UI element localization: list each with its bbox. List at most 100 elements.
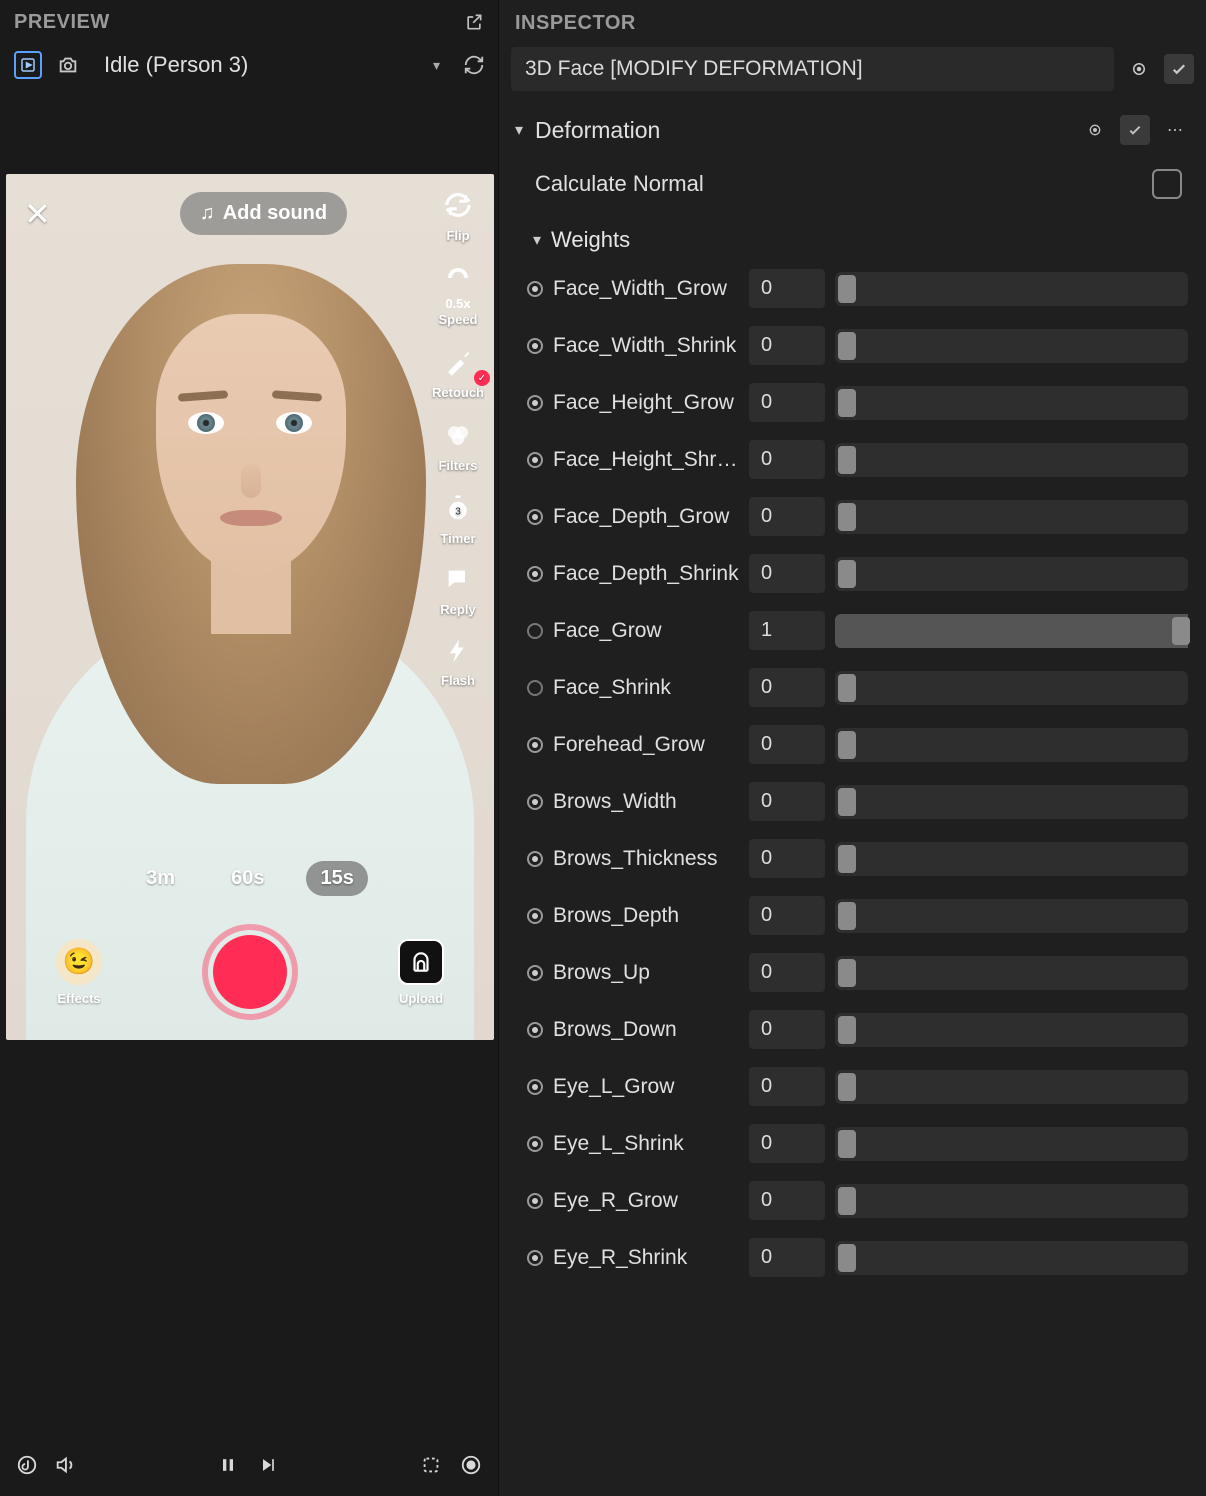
weight-value-input[interactable]: 0	[749, 383, 825, 422]
weight-value-input[interactable]: 0	[749, 725, 825, 764]
weight-slider[interactable]	[835, 785, 1188, 819]
duration-15s[interactable]: 15s	[306, 861, 367, 896]
side-tool-flip[interactable]: Flip	[443, 190, 473, 245]
weight-radio[interactable]	[527, 1022, 543, 1038]
record-button[interactable]	[202, 924, 298, 1020]
next-icon[interactable]	[258, 1455, 278, 1481]
chevron-down-icon[interactable]: ▾	[533, 230, 541, 250]
weight-value-input[interactable]: 0	[749, 1181, 825, 1220]
weight-value-input[interactable]: 0	[749, 896, 825, 935]
slider-thumb[interactable]	[838, 788, 856, 816]
slider-thumb[interactable]	[838, 275, 856, 303]
weight-value-input[interactable]: 0	[749, 668, 825, 707]
weight-slider[interactable]	[835, 614, 1188, 648]
weight-radio[interactable]	[527, 794, 543, 810]
weight-radio[interactable]	[527, 281, 543, 297]
weight-radio[interactable]	[527, 1250, 543, 1266]
weight-radio[interactable]	[527, 1193, 543, 1209]
slider-thumb[interactable]	[838, 446, 856, 474]
pause-icon[interactable]	[218, 1455, 238, 1481]
slider-thumb[interactable]	[838, 389, 856, 417]
slider-thumb[interactable]	[838, 731, 856, 759]
side-tool-flash[interactable]: Flash	[441, 637, 475, 690]
side-tool-speed[interactable]: 0.5xSpeed	[438, 263, 477, 329]
weight-radio[interactable]	[527, 395, 543, 411]
weight-slider[interactable]	[835, 842, 1188, 876]
keyframe-icon[interactable]	[1124, 54, 1154, 84]
weight-value-input[interactable]: 0	[749, 1238, 825, 1277]
slider-thumb[interactable]	[838, 1244, 856, 1272]
weight-slider[interactable]	[835, 899, 1188, 933]
weight-slider[interactable]	[835, 728, 1188, 762]
weight-value-input[interactable]: 0	[749, 440, 825, 479]
slider-thumb[interactable]	[838, 332, 856, 360]
weight-slider[interactable]	[835, 386, 1188, 420]
weight-slider[interactable]	[835, 272, 1188, 306]
slider-thumb[interactable]	[838, 902, 856, 930]
side-tool-timer[interactable]: 3Timer	[440, 493, 475, 548]
apply-check-icon[interactable]	[1120, 115, 1150, 145]
weight-value-input[interactable]: 0	[749, 326, 825, 365]
weight-slider[interactable]	[835, 1070, 1188, 1104]
upload-button[interactable]: Upload	[398, 939, 444, 1006]
slider-thumb[interactable]	[838, 503, 856, 531]
weight-radio[interactable]	[527, 623, 543, 639]
add-sound-button[interactable]: ♫ Add sound	[180, 192, 347, 235]
volume-icon[interactable]	[54, 1454, 76, 1482]
side-tool-filters[interactable]: Filters	[438, 420, 477, 475]
slider-thumb[interactable]	[838, 845, 856, 873]
slider-thumb[interactable]	[838, 1073, 856, 1101]
weight-slider[interactable]	[835, 1127, 1188, 1161]
weight-value-input[interactable]: 0	[749, 497, 825, 536]
weight-slider[interactable]	[835, 671, 1188, 705]
slider-thumb[interactable]	[838, 1187, 856, 1215]
preview-mode-video-icon[interactable]	[14, 51, 42, 79]
weight-value-input[interactable]: 0	[749, 1124, 825, 1163]
weight-slider[interactable]	[835, 1184, 1188, 1218]
chevron-down-icon[interactable]: ▾	[515, 120, 523, 140]
duration-3m[interactable]: 3m	[132, 861, 189, 896]
weight-slider[interactable]	[835, 500, 1188, 534]
weight-value-input[interactable]: 0	[749, 839, 825, 878]
weight-radio[interactable]	[527, 566, 543, 582]
slider-thumb[interactable]	[838, 674, 856, 702]
weight-radio[interactable]	[527, 965, 543, 981]
weight-slider[interactable]	[835, 1241, 1188, 1275]
calculate-normal-checkbox[interactable]	[1152, 169, 1182, 199]
weight-slider[interactable]	[835, 956, 1188, 990]
close-icon[interactable]: ✕	[24, 195, 51, 233]
apply-check-icon[interactable]	[1164, 54, 1194, 84]
crop-icon[interactable]	[420, 1454, 442, 1482]
tiktok-icon[interactable]	[16, 1454, 38, 1482]
weight-radio[interactable]	[527, 737, 543, 753]
slider-thumb[interactable]	[838, 959, 856, 987]
slider-thumb[interactable]	[838, 560, 856, 588]
weight-radio[interactable]	[527, 680, 543, 696]
weight-radio[interactable]	[527, 1136, 543, 1152]
weight-value-input[interactable]: 0	[749, 953, 825, 992]
weight-value-input[interactable]: 0	[749, 1067, 825, 1106]
slider-thumb[interactable]	[838, 1016, 856, 1044]
weight-radio[interactable]	[527, 1079, 543, 1095]
duration-60s[interactable]: 60s	[217, 861, 278, 896]
weight-slider[interactable]	[835, 557, 1188, 591]
keyframe-icon[interactable]	[1080, 115, 1110, 145]
weight-value-input[interactable]: 0	[749, 269, 825, 308]
weight-radio[interactable]	[527, 908, 543, 924]
effects-button[interactable]: 😉 Effects	[56, 939, 102, 1006]
weight-value-input[interactable]: 0	[749, 1010, 825, 1049]
refresh-icon[interactable]	[462, 53, 486, 77]
slider-thumb[interactable]	[838, 1130, 856, 1158]
more-icon[interactable]: ⋯	[1160, 115, 1190, 145]
popout-icon[interactable]	[462, 10, 486, 34]
weight-slider[interactable]	[835, 329, 1188, 363]
weight-radio[interactable]	[527, 452, 543, 468]
side-tool-reply[interactable]: Reply	[440, 566, 475, 619]
weight-radio[interactable]	[527, 338, 543, 354]
weight-slider[interactable]	[835, 443, 1188, 477]
preview-mode-photo-icon[interactable]	[54, 51, 82, 79]
weight-value-input[interactable]: 0	[749, 782, 825, 821]
side-tool-retouch[interactable]: Retouch	[432, 347, 484, 402]
slider-thumb[interactable]	[1172, 617, 1190, 645]
weight-radio[interactable]	[527, 851, 543, 867]
